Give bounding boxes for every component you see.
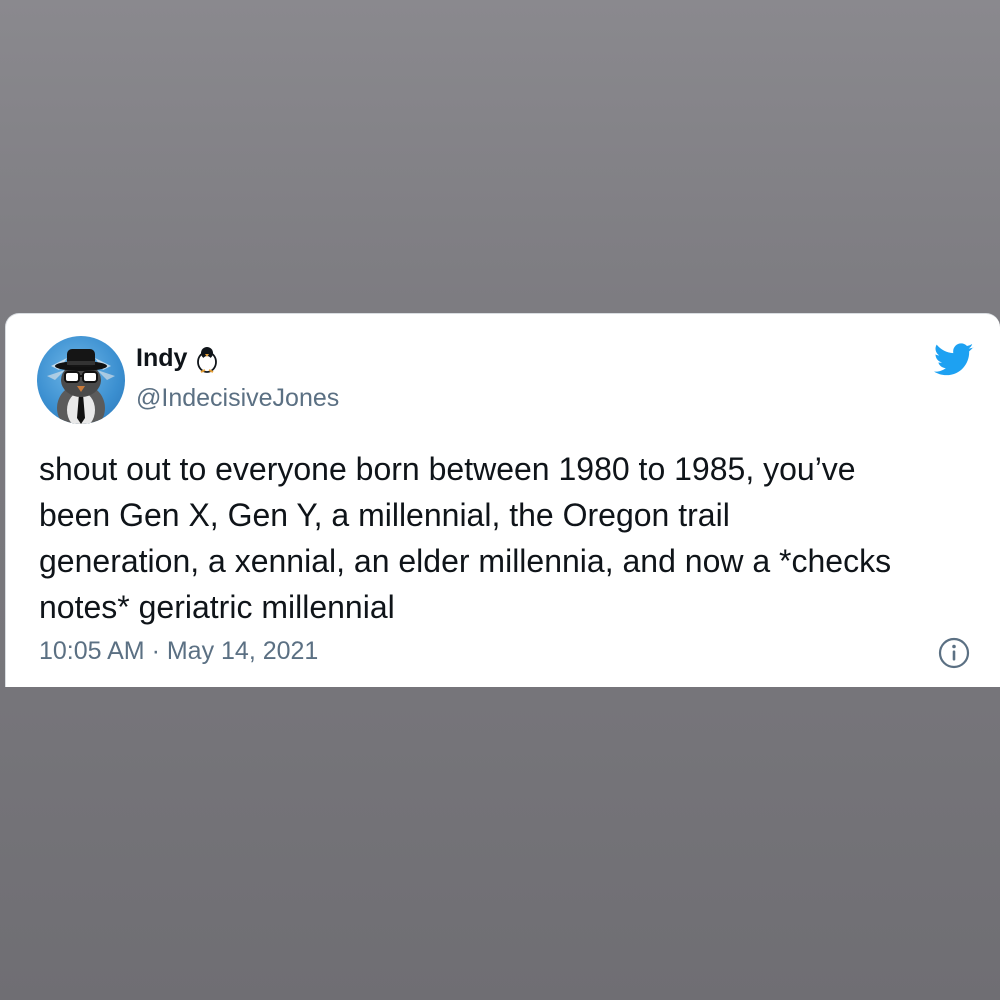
tweet-text: shout out to everyone born between 1980 …	[39, 451, 892, 625]
twitter-bird-icon[interactable]	[934, 342, 974, 378]
author-name-row[interactable]: Indy	[136, 344, 219, 373]
penguin-icon	[197, 346, 218, 373]
display-name[interactable]: Indy	[136, 344, 187, 373]
tweet-timestamp[interactable]: 10:05 AM · May 14, 2021	[39, 637, 318, 666]
avatar[interactable]	[37, 336, 125, 424]
avatar-image	[47, 349, 115, 424]
tweet-card[interactable]: Indy @IndecisiveJones shout out to every…	[5, 313, 1000, 687]
info-icon[interactable]	[938, 637, 970, 669]
user-handle[interactable]: @IndecisiveJones	[136, 384, 339, 413]
